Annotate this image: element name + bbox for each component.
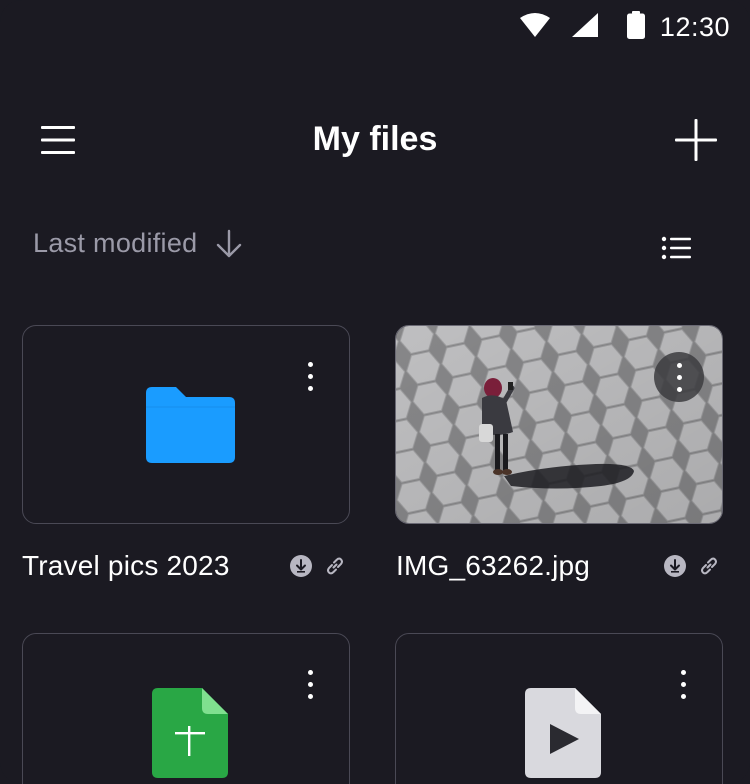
file-card-spreadsheet[interactable]	[22, 633, 350, 784]
sort-label: Last modified	[33, 228, 198, 258]
more-dot	[307, 385, 313, 391]
more-dot	[307, 681, 313, 687]
more-dot	[680, 669, 686, 675]
more-options-button[interactable]	[295, 664, 325, 704]
list-view-button[interactable]	[654, 228, 698, 268]
more-options-button[interactable]	[295, 356, 325, 396]
file-label-row: Travel pics 2023	[22, 546, 350, 586]
more-options-button[interactable]	[668, 664, 698, 704]
more-dot	[680, 681, 686, 687]
more-dot	[307, 361, 313, 367]
link-icon	[327, 557, 343, 575]
more-dot	[307, 373, 313, 379]
more-dot	[680, 693, 686, 699]
download-icon	[664, 555, 686, 577]
more-options-button[interactable]	[654, 352, 704, 402]
status-bar: 12:30	[0, 0, 750, 54]
app-header: My files	[0, 100, 750, 180]
battery-icon	[627, 11, 645, 39]
file-badges	[664, 555, 720, 577]
status-time: 12:30	[659, 12, 730, 42]
app-screen: 12:30 My files Last modified Travel pics…	[0, 0, 750, 784]
file-name: Travel pics 2023	[22, 550, 230, 581]
link-icon	[701, 557, 717, 575]
more-dot	[676, 362, 682, 368]
page-title: My files	[312, 120, 438, 158]
cellular-signal-icon	[572, 13, 598, 37]
plus-icon	[675, 119, 717, 161]
more-dot	[307, 669, 313, 675]
sort-button[interactable]: Last modified	[33, 228, 242, 259]
file-name: IMG_63262.jpg	[396, 550, 591, 581]
file-card-video[interactable]	[395, 633, 723, 784]
file-label-row: IMG_63262.jpg	[396, 546, 724, 586]
file-badges	[290, 555, 346, 577]
more-dot	[676, 374, 682, 380]
arrow-down-icon	[216, 229, 241, 257]
file-card-image[interactable]	[395, 325, 723, 524]
list-view-icon	[661, 236, 691, 260]
add-button[interactable]	[668, 112, 724, 168]
folder-icon	[146, 387, 235, 463]
download-icon	[290, 555, 312, 577]
more-dot	[307, 693, 313, 699]
sort-toolbar: Last modified	[0, 222, 750, 274]
spreadsheet-icon	[152, 688, 228, 778]
file-card-folder[interactable]	[22, 325, 350, 524]
wifi-icon	[520, 13, 550, 37]
video-file-icon	[525, 688, 601, 778]
more-dot	[676, 386, 682, 392]
